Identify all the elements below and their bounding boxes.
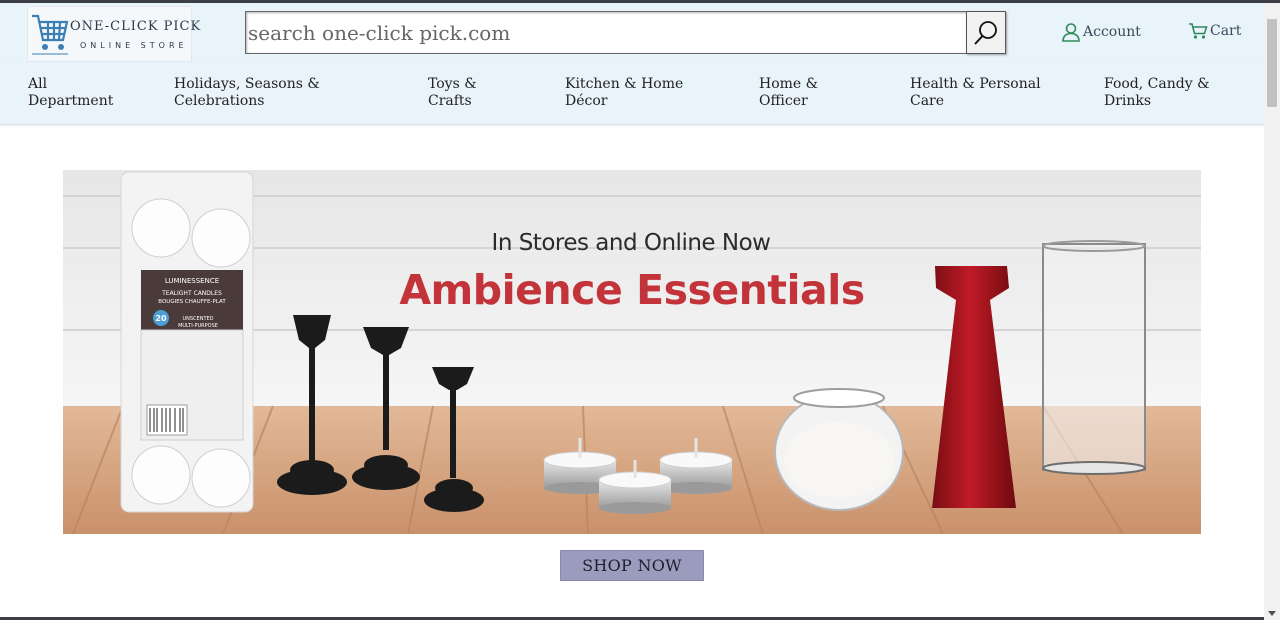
- nav-item-holidays[interactable]: Holidays, Seasons & Celebrations: [174, 76, 320, 110]
- nav-item-line1: Health & Personal: [910, 76, 1041, 92]
- tealight-package-illustration: [120, 171, 254, 513]
- nav-item-line1: Toys &: [428, 76, 477, 92]
- brand-tagline: ONLINE STORE: [80, 41, 188, 50]
- nav-item-health-personal[interactable]: Health & Personal Care: [910, 76, 1041, 110]
- nav-item-line1: Home &: [759, 76, 819, 92]
- hero-banner[interactable]: LUMINESSENCE TEALIGHT CANDLES BOUGIES CH…: [63, 170, 1201, 534]
- banner-subheadline: In Stores and Online Now: [491, 230, 771, 256]
- package-note1-text: UNSCENTED: [182, 316, 213, 322]
- banner-illustration: LUMINESSENCE TEALIGHT CANDLES BOUGIES CH…: [63, 170, 1201, 534]
- page-scrollbar[interactable]: [1264, 3, 1280, 620]
- shopping-cart-logo-icon: [32, 14, 69, 55]
- nav-item-line2: Drinks: [1104, 93, 1152, 109]
- site-logo[interactable]: ONE-CLICK PICK ONLINE STORE: [27, 6, 200, 62]
- user-icon: [1062, 23, 1080, 42]
- cart-link[interactable]: Cart: [1188, 22, 1241, 40]
- nav-item-line1: Holidays, Seasons &: [174, 76, 320, 92]
- brand-name: ONE-CLICK PICK: [70, 19, 202, 34]
- nav-item-all-department[interactable]: All Department: [28, 76, 113, 110]
- cart-icon: [1189, 23, 1208, 39]
- scroll-down-arrow-icon[interactable]: [1268, 611, 1276, 616]
- search-box: [245, 11, 967, 54]
- nav-item-line2: Care: [910, 93, 945, 109]
- nav-item-toys-crafts[interactable]: Toys & Crafts: [428, 76, 477, 110]
- account-link[interactable]: Account: [1061, 22, 1141, 42]
- account-label: Account: [1083, 24, 1141, 40]
- search-input[interactable]: [246, 12, 967, 53]
- banner-headline: Ambience Essentials: [399, 266, 865, 314]
- nav-item-line1: Food, Candy &: [1104, 76, 1210, 92]
- nav-item-food-candy[interactable]: Food, Candy & Drinks: [1104, 76, 1210, 110]
- nav-item-line2: Crafts: [428, 93, 472, 109]
- search-button[interactable]: [966, 11, 1006, 54]
- nav-item-line2: Officer: [759, 93, 808, 109]
- cart-label: Cart: [1210, 23, 1242, 39]
- site-header: ONE-CLICK PICK ONLINE STORE Account Cart: [0, 3, 1264, 63]
- package-count-text: 20: [155, 314, 167, 323]
- scrollbar-thumb[interactable]: [1267, 19, 1277, 107]
- nav-item-kitchen-home[interactable]: Kitchen & Home Décor: [565, 76, 683, 110]
- nav-item-line2: Department: [28, 93, 114, 109]
- shop-now-button[interactable]: SHOP NOW: [560, 550, 704, 581]
- search-icon: [974, 20, 997, 45]
- nav-item-line2: Décor: [565, 93, 608, 109]
- nav-item-line2: Celebrations: [174, 93, 265, 109]
- nav-item-home-office[interactable]: Home & Officer: [759, 76, 818, 110]
- package-note2-text: MULTI-PURPOSE: [178, 323, 218, 329]
- nav-item-line1: All: [28, 76, 48, 92]
- category-nav: All Department Holidays, Seasons & Celeb…: [0, 63, 1264, 125]
- nav-item-line1: Kitchen & Home: [565, 76, 684, 92]
